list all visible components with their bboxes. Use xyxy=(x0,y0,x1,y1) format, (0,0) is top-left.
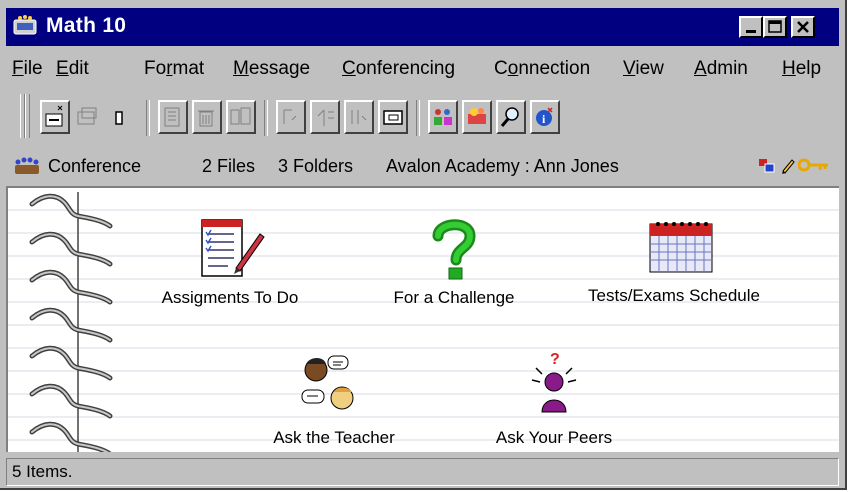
forward-icon xyxy=(164,107,180,127)
toolbar-separator xyxy=(264,100,268,136)
search-button[interactable] xyxy=(496,100,526,134)
forward-button[interactable] xyxy=(158,100,188,134)
menu-view[interactable]: View xyxy=(623,58,664,80)
menu-message[interactable]: Message xyxy=(233,58,310,80)
item-label: For a Challenge xyxy=(393,288,515,307)
location-bar: Conference 2 Files 3 Folders Avalon Acad… xyxy=(6,148,839,184)
info-button[interactable]: i xyxy=(530,100,560,134)
menu-help[interactable]: Help xyxy=(782,58,821,80)
trash-icon xyxy=(198,110,214,127)
file-count: 2 Files xyxy=(202,156,256,176)
history-button[interactable] xyxy=(226,100,256,134)
toolbar: i xyxy=(6,90,839,144)
status-text: 5 Items. xyxy=(12,462,73,481)
item-assignments-to-do[interactable]: Assigments To Do xyxy=(140,214,320,314)
menu-edit[interactable]: Edit xyxy=(56,58,89,80)
question-mark-icon xyxy=(432,219,476,280)
next-unread-button[interactable] xyxy=(344,100,374,134)
conference-content: Assigments To Do For a Challenge Tests/E… xyxy=(6,186,839,452)
item-label: Ask the Teacher xyxy=(273,428,395,447)
app-window: Math 10 File Edit Format Message Confere… xyxy=(0,0,847,490)
maximize-icon xyxy=(768,20,782,33)
menu-file[interactable]: File xyxy=(12,58,43,80)
menu-admin[interactable]: Admin xyxy=(694,58,748,80)
reply-icon xyxy=(77,107,97,125)
chat-button[interactable] xyxy=(462,100,492,134)
conference-label: Conference xyxy=(48,156,142,176)
new-message-button[interactable] xyxy=(40,100,70,134)
conference-path: Avalon Academy : Ann Jones xyxy=(386,156,619,176)
windows-icon[interactable] xyxy=(758,158,776,174)
next-button[interactable] xyxy=(310,100,340,134)
svg-text:?: ? xyxy=(550,351,560,368)
item-tests-exams-schedule[interactable]: Tests/Exams Schedule xyxy=(560,214,788,314)
toolbar-separator xyxy=(416,100,420,136)
next-icon xyxy=(317,109,334,126)
clipboard-checklist-icon xyxy=(201,219,265,277)
minimize-button[interactable] xyxy=(739,16,763,38)
notebook-spiral-decoration xyxy=(29,192,113,452)
who-is-online-button[interactable] xyxy=(428,100,458,134)
folder-up-button[interactable] xyxy=(378,100,408,134)
conference-app-icon xyxy=(13,15,37,35)
title-bar[interactable]: Math 10 xyxy=(6,8,839,46)
document-icon xyxy=(115,111,123,125)
thinking-person-icon: ? xyxy=(531,351,577,413)
folder-count: 3 Folders xyxy=(278,156,354,176)
item-label: Tests/Exams Schedule xyxy=(588,286,760,305)
reply-button[interactable] xyxy=(74,100,104,134)
menu-format[interactable]: Format xyxy=(144,58,204,80)
maximize-button[interactable] xyxy=(763,16,787,38)
close-icon xyxy=(797,21,809,33)
search-icon xyxy=(500,107,519,127)
chat-icon xyxy=(468,108,486,124)
menu-bar: File Edit Format Message Conferencing Co… xyxy=(6,52,839,86)
info-icon: i xyxy=(536,107,553,126)
history-icon xyxy=(230,107,251,125)
pencil-icon[interactable] xyxy=(780,156,796,174)
key-icon[interactable] xyxy=(798,158,830,172)
toolbar-grip-2[interactable] xyxy=(25,94,30,138)
menu-conferencing[interactable]: Conferencing xyxy=(342,58,455,80)
new-message-icon xyxy=(45,105,63,127)
status-panel xyxy=(6,458,839,486)
next-unread-icon xyxy=(351,110,367,124)
item-for-a-challenge[interactable]: For a Challenge xyxy=(374,214,534,314)
previous-button[interactable] xyxy=(276,100,306,134)
status-bar: 5 Items. xyxy=(6,458,839,486)
item-label: Ask Your Peers xyxy=(495,428,613,447)
item-ask-the-teacher[interactable]: Ask the Teacher xyxy=(244,350,424,450)
item-ask-your-peers[interactable]: ? Ask Your Peers xyxy=(464,350,644,450)
menu-connection[interactable]: Connection xyxy=(494,58,590,80)
close-button[interactable] xyxy=(791,16,815,38)
conference-icon xyxy=(15,157,39,174)
toolbar-separator xyxy=(146,100,150,136)
item-label: Assigments To Do xyxy=(161,288,299,307)
previous-icon xyxy=(283,109,297,124)
people-icon xyxy=(434,109,452,125)
calendar-icon xyxy=(649,222,713,273)
folder-up-icon xyxy=(383,110,403,125)
document-button[interactable] xyxy=(108,100,138,134)
chat-people-icon xyxy=(301,355,354,410)
delete-button[interactable] xyxy=(192,100,222,134)
window-title: Math 10 xyxy=(46,14,127,37)
minimize-icon xyxy=(746,30,756,33)
